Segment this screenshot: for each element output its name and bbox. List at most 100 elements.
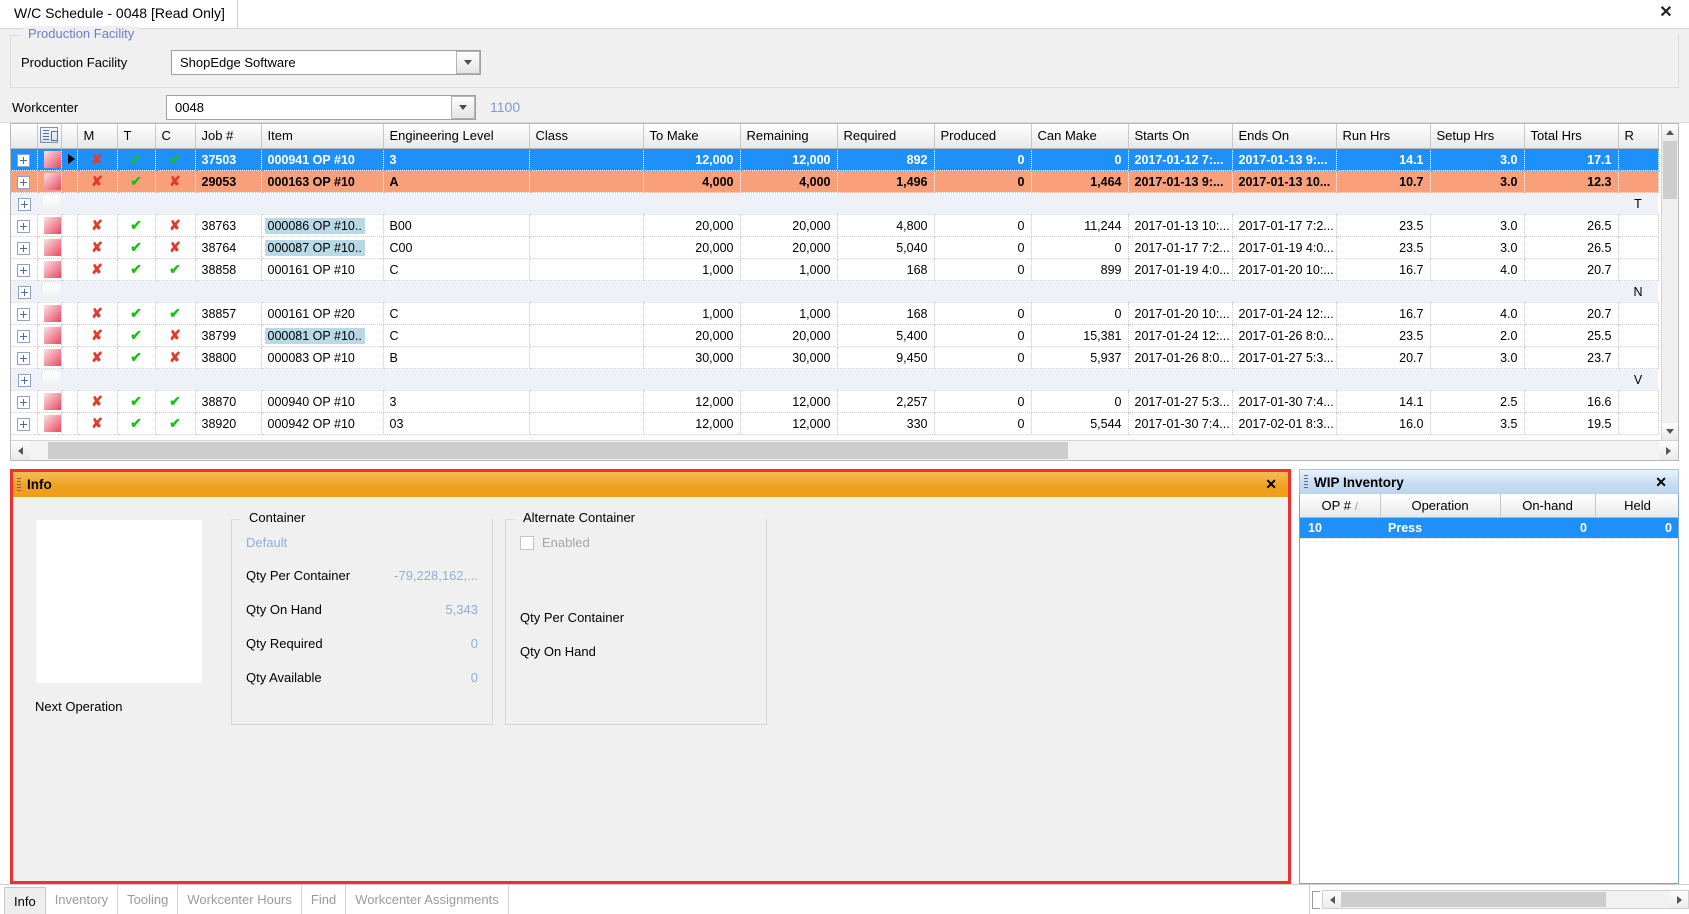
cell-c[interactable]: ✘: [155, 346, 196, 369]
workcenter-dropdown-button[interactable]: [451, 95, 475, 119]
row-expander-cell[interactable]: [11, 302, 38, 325]
vertical-scroll-track[interactable]: [1662, 141, 1678, 423]
column-header-can-make[interactable]: Can Make: [1031, 124, 1129, 149]
cell-m[interactable]: ✘: [77, 346, 118, 369]
row-expander-cell[interactable]: [11, 258, 38, 281]
alternate-enabled-row[interactable]: Enabled: [520, 535, 752, 550]
row-expander-cell[interactable]: [11, 324, 38, 347]
expand-icon[interactable]: [17, 153, 31, 167]
row-expander-cell[interactable]: [11, 236, 38, 259]
column-header-t[interactable]: T: [117, 124, 156, 149]
column-header-engineering-level[interactable]: Engineering Level: [383, 124, 530, 149]
cell-m[interactable]: ✘: [77, 258, 118, 281]
tab-workcenter-hours[interactable]: Workcenter Hours: [178, 885, 302, 914]
tab-find[interactable]: Find: [302, 885, 347, 914]
table-row[interactable]: T: [11, 192, 1658, 215]
row-expander-cell[interactable]: [11, 214, 38, 237]
tab-inventory[interactable]: Inventory: [46, 885, 119, 914]
cell-c[interactable]: ✘: [155, 236, 196, 259]
table-row[interactable]: ✘ ✔ ✔ 37503 000941 OP #10 3 12,000 12,000 892 0 0 2…: [11, 148, 1659, 171]
cell-t[interactable]: ✔: [117, 302, 156, 325]
cell-t[interactable]: ✔: [117, 324, 156, 347]
expand-icon[interactable]: [17, 219, 31, 233]
cell-c[interactable]: ✔: [155, 302, 196, 325]
workcenter-combobox[interactable]: 0048: [166, 94, 476, 120]
table-row[interactable]: ✘ ✔ ✘ 38800 000083 OP #10 B 30,000 30,000 9,450 0…: [11, 346, 1659, 369]
cell-c[interactable]: ✘: [155, 214, 196, 237]
cell-t[interactable]: ✔: [117, 214, 156, 237]
column-header-job[interactable]: Job #: [195, 124, 262, 149]
expand-icon[interactable]: [17, 263, 31, 277]
cell-t[interactable]: ✔: [117, 170, 156, 193]
close-icon[interactable]: ✕: [1655, 3, 1677, 25]
column-header-r[interactable]: R: [1618, 124, 1659, 149]
cell-c[interactable]: ✘: [155, 324, 196, 347]
table-row[interactable]: ✘✔✔38857000161 OP #20C1,0001,000⬆1680020…: [11, 302, 1659, 325]
table-row[interactable]: ✘ ✔ ✔ 38870 000940 OP #10 3 12,000 12,000 2,257 0…: [11, 390, 1659, 413]
production-facility-dropdown-button[interactable]: [456, 50, 480, 74]
wip-scroll-thumb[interactable]: [1341, 892, 1606, 907]
grid-horizontal-scrollbar[interactable]: [11, 440, 1678, 460]
cell-c[interactable]: ✔: [155, 258, 196, 281]
cell-c[interactable]: ✔: [155, 412, 196, 435]
expand-icon[interactable]: [17, 417, 31, 431]
scroll-down-button[interactable]: [1662, 423, 1678, 440]
header-grid-config-icon[interactable]: [37, 124, 62, 149]
grid-vertical-scrollbar[interactable]: [1661, 124, 1678, 440]
scroll-up-button[interactable]: [1662, 124, 1678, 141]
production-facility-combobox[interactable]: ShopEdge Software: [171, 49, 481, 75]
tab-info[interactable]: Info: [4, 887, 46, 914]
wip-scroll-track[interactable]: [1341, 891, 1670, 908]
expand-icon[interactable]: [17, 197, 31, 211]
scroll-right-button[interactable]: [1659, 441, 1678, 460]
expand-icon[interactable]: [17, 241, 31, 255]
cell-c[interactable]: ✔: [155, 390, 196, 413]
table-row[interactable]: ✘ ✔ ✔ 38920 000942 OP #10 03 12,000 12,000 330 0 5…: [11, 412, 1659, 435]
column-header-remaining[interactable]: Remaining: [740, 124, 838, 149]
expand-icon[interactable]: [17, 285, 31, 299]
scroll-left-button[interactable]: [11, 441, 30, 460]
row-expander-cell[interactable]: [11, 192, 37, 215]
cell-t[interactable]: ✔: [117, 236, 156, 259]
expand-icon[interactable]: [17, 373, 31, 387]
row-expander-cell[interactable]: [11, 390, 38, 413]
expand-icon[interactable]: [17, 329, 31, 343]
column-header-starts-on[interactable]: Starts On: [1128, 124, 1233, 149]
table-row[interactable]: ✘ ✔ ✘ 38764 000087 OP #10.. C00 20,000 20,000 5,…: [11, 236, 1659, 259]
wip-scroll-right-button[interactable]: [1670, 891, 1688, 908]
column-header-setup-hrs[interactable]: Setup Hrs: [1430, 124, 1525, 149]
wip-column-header-on-hand[interactable]: On-hand: [1500, 494, 1596, 518]
drag-handle-icon[interactable]: [1304, 475, 1308, 489]
expand-icon[interactable]: [17, 395, 31, 409]
row-expander-cell[interactable]: [11, 346, 38, 369]
cell-m[interactable]: ✘: [77, 214, 118, 237]
row-expander-cell[interactable]: [11, 368, 37, 391]
wip-table-row[interactable]: 10 Press 0 0: [1300, 517, 1678, 539]
horizontal-scroll-thumb[interactable]: [48, 442, 1068, 459]
wip-column-header-operation[interactable]: Operation: [1380, 494, 1501, 518]
table-row[interactable]: ✘ ✔ ✘ 38799 000081 OP #10.. C 20,000 20,000 5,40…: [11, 324, 1659, 347]
tab-tooling[interactable]: Tooling: [118, 885, 179, 914]
expand-icon[interactable]: [17, 351, 31, 365]
column-header-item[interactable]: Item: [261, 124, 384, 149]
table-row[interactable]: ✘✔✘29053000163 OP #10A4,0004,000⬇1,49601…: [11, 170, 1659, 193]
horizontal-scroll-track[interactable]: [30, 441, 1659, 460]
cell-m[interactable]: ✘: [77, 302, 118, 325]
column-header-ends-on[interactable]: Ends On: [1232, 124, 1337, 149]
expand-icon[interactable]: [17, 307, 31, 321]
table-row[interactable]: N: [11, 280, 1658, 303]
vertical-scroll-thumb[interactable]: [1663, 141, 1677, 199]
column-header-total-hrs[interactable]: Total Hrs: [1524, 124, 1619, 149]
cell-t[interactable]: ✔: [117, 346, 156, 369]
row-expander-cell[interactable]: [11, 148, 38, 171]
cell-t[interactable]: ✔: [117, 390, 156, 413]
column-header-to-make[interactable]: To Make: [643, 124, 741, 149]
cell-m[interactable]: ✘: [77, 412, 118, 435]
tab-workcenter-assignments[interactable]: Workcenter Assignments: [346, 885, 509, 914]
cell-t[interactable]: ✔: [117, 258, 156, 281]
column-header-class[interactable]: Class: [529, 124, 644, 149]
row-expander-cell[interactable]: [11, 170, 38, 193]
row-expander-cell[interactable]: [11, 412, 38, 435]
document-tab[interactable]: W/C Schedule - 0048 [Read Only]: [0, 0, 238, 28]
column-header-c[interactable]: C: [155, 124, 196, 149]
